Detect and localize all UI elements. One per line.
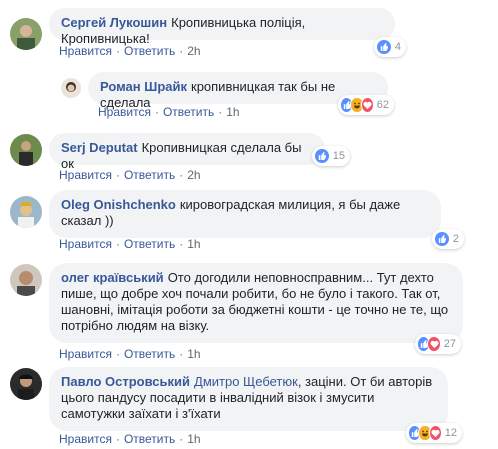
comment-actions: Нравится · Ответить · 2h	[59, 44, 201, 58]
like-icon	[376, 39, 392, 55]
avatar[interactable]	[61, 78, 81, 98]
comment-actions: Нравится · Ответить · 1h	[98, 105, 240, 119]
reaction-count: 62	[376, 99, 389, 111]
separator-dot: ·	[179, 347, 184, 361]
separator-dot: ·	[179, 168, 184, 182]
like-link[interactable]: Нравится	[59, 168, 112, 182]
like-link[interactable]: Нравится	[98, 105, 151, 119]
reaction-count: 2	[452, 233, 459, 245]
reply-link[interactable]: Ответить	[124, 432, 175, 446]
reaction-count: 4	[394, 41, 401, 53]
comment-timestamp[interactable]: 1h	[187, 237, 200, 251]
reaction-summary[interactable]: 2	[432, 229, 464, 249]
reaction-summary[interactable]: 12	[406, 423, 462, 443]
like-link[interactable]: Нравится	[59, 347, 112, 361]
separator-dot: ·	[179, 237, 184, 251]
reaction-summary[interactable]: 15	[312, 146, 350, 166]
mention-link[interactable]: Дмитро Щебетюк	[194, 374, 298, 389]
comment-bubble: Oleg Onishchenko кировоградская милиция, …	[49, 190, 441, 238]
comment-timestamp[interactable]: 1h	[226, 105, 239, 119]
comment-timestamp[interactable]: 1h	[187, 432, 200, 446]
separator-dot: ·	[115, 168, 120, 182]
like-link[interactable]: Нравится	[59, 237, 112, 251]
separator-dot: ·	[115, 237, 120, 251]
comment-bubble: Serj Deputat Кропивницкая сделала бы ок	[49, 133, 325, 171]
reply-link[interactable]: Ответить	[124, 168, 175, 182]
like-link[interactable]: Нравится	[59, 432, 112, 446]
avatar[interactable]	[10, 264, 42, 296]
comment-timestamp[interactable]: 2h	[187, 44, 200, 58]
avatar[interactable]	[10, 368, 42, 400]
reply-link[interactable]: Ответить	[124, 347, 175, 361]
reply-link[interactable]: Ответить	[124, 237, 175, 251]
separator-dot: ·	[115, 432, 120, 446]
comment-author[interactable]: Oleg Onishchenko	[61, 197, 176, 212]
comment-bubble: Сергей Лукошин Кропивницька поліція, Кроп…	[49, 8, 395, 46]
comment-bubble: олег краївський Ото догодили неповносправ…	[49, 263, 463, 343]
separator-dot: ·	[179, 432, 184, 446]
comment-actions: Нравится · Ответить · 1h	[59, 347, 201, 361]
comment-timestamp[interactable]: 1h	[187, 347, 200, 361]
comment-actions: Нравится · Ответить · 1h	[59, 432, 201, 446]
comment-bubble: Павло Островський Дмитро Щебетюк, заціни.…	[49, 367, 448, 431]
separator-dot: ·	[179, 44, 184, 58]
comment-author[interactable]: Serj Deputat	[61, 140, 138, 155]
reaction-summary[interactable]: 4	[374, 37, 406, 57]
love-icon	[427, 336, 441, 352]
comment-actions: Нравится · Ответить · 1h	[59, 237, 201, 251]
separator-dot: ·	[115, 44, 120, 58]
reply-link[interactable]: Ответить	[124, 44, 175, 58]
comment-author[interactable]: Павло Островський	[61, 374, 190, 389]
love-icon	[428, 425, 442, 441]
comment-actions: Нравится · Ответить · 2h	[59, 168, 201, 182]
avatar[interactable]	[10, 18, 42, 50]
comment-author[interactable]: Сергей Лукошин	[61, 15, 167, 30]
separator-dot: ·	[218, 105, 223, 119]
separator-dot: ·	[154, 105, 159, 119]
reaction-summary[interactable]: 62	[338, 95, 394, 115]
reaction-count: 27	[443, 338, 456, 350]
reaction-count: 15	[332, 150, 345, 162]
love-icon	[360, 97, 374, 113]
like-icon	[434, 231, 450, 247]
avatar[interactable]	[10, 134, 42, 166]
like-link[interactable]: Нравится	[59, 44, 112, 58]
separator-dot: ·	[115, 347, 120, 361]
comment-author[interactable]: Роман Шрайк	[100, 79, 187, 94]
comment-author[interactable]: олег краївський	[61, 270, 164, 285]
reaction-summary[interactable]: 27	[415, 334, 461, 354]
avatar[interactable]	[10, 196, 42, 228]
like-icon	[314, 148, 330, 164]
reaction-count: 12	[444, 427, 457, 439]
reply-link[interactable]: Ответить	[163, 105, 214, 119]
comment-timestamp[interactable]: 2h	[187, 168, 200, 182]
